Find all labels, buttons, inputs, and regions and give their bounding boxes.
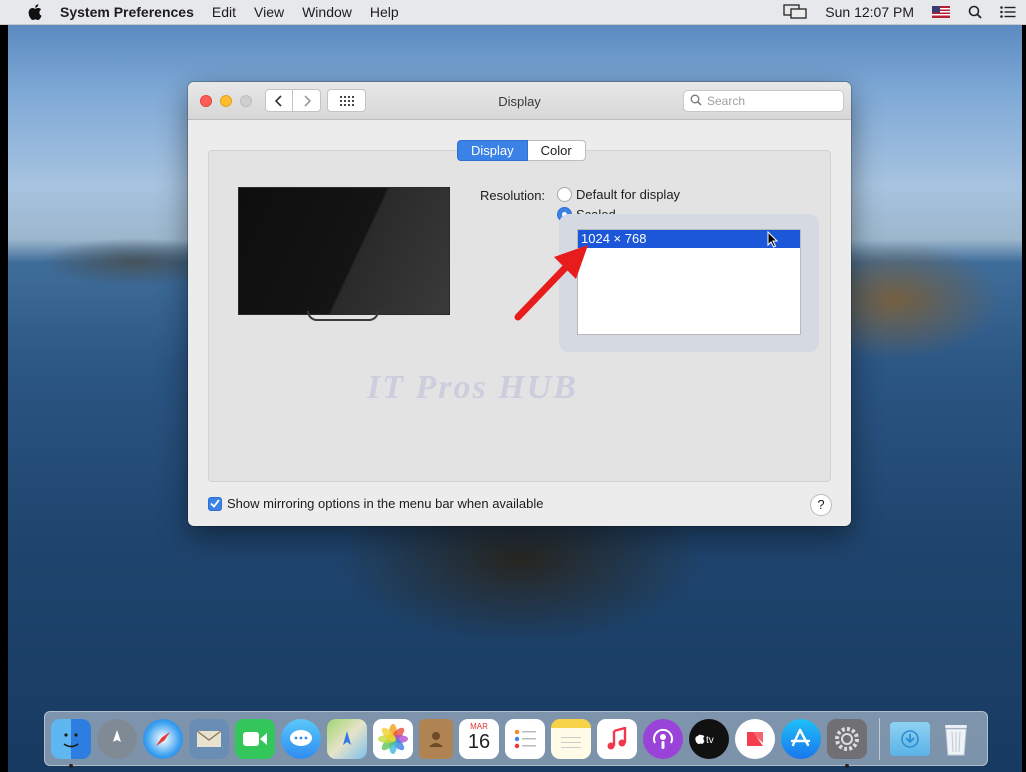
- display-preview-image: [238, 187, 450, 315]
- maps-icon[interactable]: [327, 718, 367, 759]
- spotlight-search-icon[interactable]: [968, 5, 982, 19]
- radio-label: Default for display: [576, 187, 681, 202]
- safari-icon[interactable]: [143, 718, 183, 759]
- finder-icon[interactable]: [51, 718, 91, 768]
- search-field[interactable]: Search: [683, 90, 844, 112]
- title-bar[interactable]: Display Search: [188, 82, 851, 120]
- display-stand: [307, 311, 379, 321]
- mail-icon[interactable]: [189, 718, 229, 759]
- tab-bar: Display Color: [457, 140, 586, 161]
- help-button[interactable]: ?: [810, 494, 832, 516]
- reminders-icon[interactable]: [505, 718, 545, 759]
- system-preferences-icon[interactable]: [827, 718, 867, 768]
- tab-color[interactable]: Color: [527, 140, 586, 161]
- trash-icon[interactable]: [936, 719, 976, 759]
- menu-help[interactable]: Help: [370, 4, 399, 20]
- facetime-icon[interactable]: [235, 718, 275, 759]
- scaled-resolution-container: 1024 × 768: [559, 214, 819, 352]
- news-icon[interactable]: [735, 718, 775, 759]
- tab-display[interactable]: Display: [457, 140, 528, 161]
- screen-border: [1022, 24, 1026, 772]
- display-preferences-window: Display Search Display Color Resolution:…: [188, 82, 851, 526]
- podcasts-icon[interactable]: [643, 718, 683, 759]
- calendar-day: 16: [467, 730, 491, 753]
- photos-icon[interactable]: [373, 718, 413, 759]
- menu-app-name[interactable]: System Preferences: [60, 4, 194, 20]
- app-store-icon[interactable]: [781, 718, 821, 759]
- display-mirroring-icon[interactable]: [783, 4, 807, 20]
- search-icon: [690, 94, 702, 109]
- menu-edit[interactable]: Edit: [212, 4, 236, 20]
- menu-bar: System Preferences Edit View Window Help…: [0, 0, 1026, 25]
- music-icon[interactable]: [597, 718, 637, 759]
- mirroring-option[interactable]: Show mirroring options in the menu bar w…: [208, 496, 544, 511]
- search-placeholder: Search: [707, 94, 746, 108]
- screen-border: [0, 24, 8, 772]
- dock-separator: [879, 717, 880, 760]
- notes-icon[interactable]: [551, 718, 591, 759]
- list-item-selected[interactable]: 1024 × 768: [578, 230, 800, 248]
- checkmark-icon: [210, 499, 220, 508]
- display-settings-panel: Resolution: Default for display Scaled 1…: [208, 150, 831, 482]
- downloads-folder-icon[interactable]: [890, 721, 930, 756]
- resolution-label: Resolution:: [480, 188, 546, 203]
- red-arrow-annotation-icon: [514, 245, 588, 321]
- menu-window[interactable]: Window: [302, 4, 352, 20]
- mirroring-label: Show mirroring options in the menu bar w…: [227, 496, 544, 511]
- calendar-icon[interactable]: MAR 16: [459, 718, 499, 759]
- contacts-icon[interactable]: [419, 718, 453, 759]
- launchpad-icon[interactable]: [97, 718, 137, 759]
- watermark-text: IT Pros HUB: [367, 369, 578, 406]
- running-indicator: [845, 763, 849, 768]
- menu-view[interactable]: View: [254, 4, 284, 20]
- checkbox-checked[interactable]: [208, 496, 222, 511]
- menu-clock[interactable]: Sun 12:07 PM: [825, 4, 914, 20]
- resolution-value: 1024 × 768: [581, 231, 647, 246]
- calendar-month: MAR: [470, 721, 488, 731]
- mouse-cursor-icon: [767, 230, 779, 253]
- notification-center-icon[interactable]: [1000, 6, 1016, 18]
- running-indicator: [69, 763, 73, 768]
- us-flag-input-icon[interactable]: [932, 6, 950, 18]
- resolution-list[interactable]: 1024 × 768: [577, 229, 801, 335]
- svg-text:tv: tv: [706, 735, 714, 746]
- radio-default-for-display[interactable]: Default for display: [557, 187, 680, 202]
- radio-button[interactable]: [557, 187, 572, 202]
- messages-icon[interactable]: [281, 718, 321, 759]
- apple-menu-icon[interactable]: [24, 4, 46, 20]
- tv-icon[interactable]: tv: [689, 718, 729, 759]
- dock: MAR 16 tv: [44, 711, 988, 768]
